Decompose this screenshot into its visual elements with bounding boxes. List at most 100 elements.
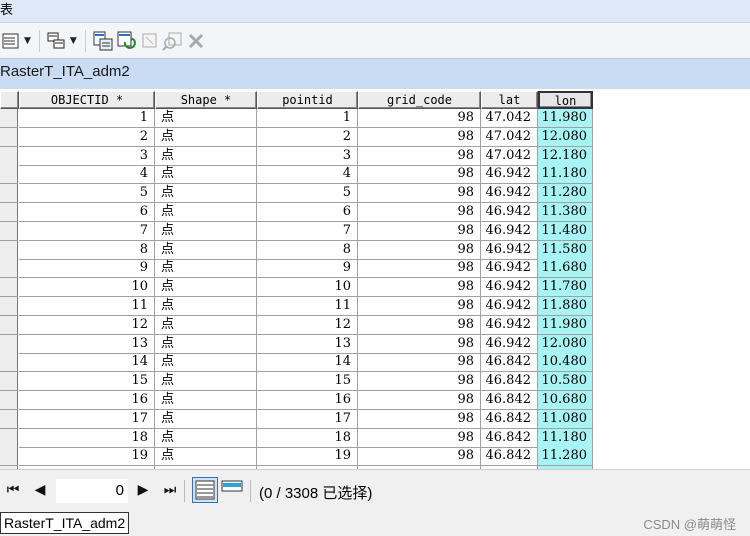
table-cell-shape[interactable]: 点 — [155, 372, 257, 392]
table-cell-shape[interactable]: 点 — [155, 221, 257, 241]
table-cell-lat[interactable]: 46.942 — [481, 165, 538, 185]
table-cell-shape[interactable]: 点 — [155, 409, 257, 429]
table-cell-lon[interactable]: 11.080 — [538, 409, 593, 429]
table-cell-pointid[interactable]: 1 — [257, 109, 358, 128]
column-header-objectid[interactable]: OBJECTID * — [19, 91, 155, 109]
table-cell-lat[interactable]: 46.942 — [481, 334, 538, 354]
table-cell-lat[interactable]: 46.942 — [481, 203, 538, 222]
table-cell-objectid[interactable]: 14 — [19, 353, 155, 373]
table-cell-pointid[interactable]: 13 — [257, 334, 358, 354]
table-cell-objectid[interactable]: 10 — [19, 278, 155, 298]
table-cell-lat[interactable]: 46.842 — [481, 428, 538, 448]
table-cell-objectid[interactable]: 8 — [19, 240, 155, 260]
table-cell-lat[interactable]: 46.942 — [481, 221, 538, 241]
row-selector[interactable] — [0, 353, 18, 373]
table-tab[interactable]: RasterT_ITA_adm2 — [0, 512, 130, 534]
row-selector[interactable] — [0, 203, 18, 222]
show-all-records-button[interactable] — [192, 477, 218, 503]
table-cell-shape[interactable]: 点 — [155, 334, 257, 354]
table-cell-lat[interactable]: 46.942 — [481, 184, 538, 204]
table-cell-pointid[interactable]: 14 — [257, 353, 358, 373]
table-cell-objectid[interactable]: 7 — [19, 221, 155, 241]
table-cell-lon[interactable]: 11.880 — [538, 297, 593, 316]
delete-selected-button[interactable] — [186, 28, 206, 54]
table-options-button[interactable]: ▼ — [2, 28, 31, 54]
table-cell-lon[interactable]: 11.180 — [538, 165, 593, 185]
table-cell-pointid[interactable]: 18 — [257, 428, 358, 448]
table-cell-shape[interactable]: 点 — [155, 146, 257, 166]
table-cell-grid-code[interactable]: 98 — [358, 146, 481, 166]
table-cell-lon[interactable]: 11.680 — [538, 259, 593, 279]
table-cell-shape[interactable]: 点 — [155, 428, 257, 448]
table-cell-objectid[interactable]: 13 — [19, 334, 155, 354]
table-cell-grid-code[interactable]: 98 — [358, 372, 481, 392]
zoom-to-selected-button[interactable] — [162, 28, 184, 54]
column-header-shape[interactable]: Shape * — [155, 91, 257, 109]
table-cell-shape[interactable]: 点 — [155, 109, 257, 128]
table-cell-lat[interactable]: 46.942 — [481, 315, 538, 335]
table-cell-grid-code[interactable]: 98 — [358, 278, 481, 298]
table-cell-grid-code[interactable]: 98 — [358, 447, 481, 467]
table-cell-objectid[interactable]: 12 — [19, 315, 155, 335]
row-selector[interactable] — [0, 109, 18, 128]
first-record-icon[interactable]: ⏮ — [3, 482, 23, 498]
table-cell-objectid[interactable]: 18 — [19, 428, 155, 448]
row-selector[interactable] — [0, 428, 18, 448]
next-record-icon[interactable]: ▶ — [133, 482, 153, 498]
row-selector[interactable] — [0, 372, 18, 392]
show-selected-records-button[interactable] — [220, 477, 246, 503]
table-cell-shape[interactable]: 点 — [155, 315, 257, 335]
row-selector[interactable] — [0, 184, 18, 204]
table-cell-lat[interactable]: 46.842 — [481, 372, 538, 392]
table-cell-lat[interactable]: 47.042 — [481, 109, 538, 128]
table-cell-lat[interactable]: 47.042 — [481, 146, 538, 166]
clear-selection-button[interactable] — [140, 28, 160, 54]
table-cell-objectid[interactable]: 16 — [19, 391, 155, 410]
table-cell-pointid[interactable]: 10 — [257, 278, 358, 298]
table-cell-lon[interactable]: 11.280 — [538, 447, 593, 467]
table-cell-lat[interactable]: 46.942 — [481, 278, 538, 298]
previous-record-icon[interactable]: ◀ — [30, 482, 50, 498]
table-cell-lon[interactable]: 11.280 — [538, 184, 593, 204]
column-header-grid-code[interactable]: grid_code — [358, 91, 481, 109]
table-cell-pointid[interactable]: 3 — [257, 146, 358, 166]
table-cell-grid-code[interactable]: 98 — [358, 315, 481, 335]
table-cell-lon[interactable]: 10.580 — [538, 372, 593, 392]
row-selector[interactable] — [0, 391, 18, 410]
table-cell-pointid[interactable]: 6 — [257, 203, 358, 222]
table-cell-grid-code[interactable]: 98 — [358, 259, 481, 279]
row-selector[interactable] — [0, 165, 18, 185]
table-cell-grid-code[interactable]: 98 — [358, 334, 481, 354]
table-cell-lat[interactable]: 46.842 — [481, 447, 538, 467]
table-cell-grid-code[interactable]: 98 — [358, 203, 481, 222]
select-by-attributes-button[interactable] — [92, 28, 114, 54]
table-cell-pointid[interactable]: 19 — [257, 447, 358, 467]
row-selector[interactable] — [0, 334, 18, 354]
table-cell-objectid[interactable]: 5 — [19, 184, 155, 204]
row-selector[interactable] — [0, 447, 18, 467]
table-cell-lon[interactable]: 11.780 — [538, 278, 593, 298]
table-cell-grid-code[interactable]: 98 — [358, 109, 481, 128]
column-header-lon[interactable]: lon — [538, 91, 593, 109]
table-cell-lon[interactable]: 12.080 — [538, 334, 593, 354]
table-cell-objectid[interactable]: 19 — [19, 447, 155, 467]
column-header-lat[interactable]: lat — [481, 91, 538, 109]
table-cell-objectid[interactable]: 3 — [19, 146, 155, 166]
table-cell-grid-code[interactable]: 98 — [358, 184, 481, 204]
switch-selection-button[interactable] — [116, 28, 138, 54]
row-selector[interactable] — [0, 240, 18, 260]
table-cell-shape[interactable]: 点 — [155, 240, 257, 260]
table-cell-shape[interactable]: 点 — [155, 184, 257, 204]
table-cell-grid-code[interactable]: 98 — [358, 221, 481, 241]
table-cell-grid-code[interactable]: 98 — [358, 353, 481, 373]
table-cell-shape[interactable]: 点 — [155, 127, 257, 147]
row-selector[interactable] — [0, 146, 18, 166]
table-cell-grid-code[interactable]: 98 — [358, 409, 481, 429]
table-cell-lon[interactable]: 11.480 — [538, 221, 593, 241]
table-cell-pointid[interactable]: 8 — [257, 240, 358, 260]
table-cell-pointid[interactable]: 2 — [257, 127, 358, 147]
table-cell-lat[interactable]: 46.842 — [481, 391, 538, 410]
table-cell-grid-code[interactable]: 98 — [358, 127, 481, 147]
table-cell-objectid[interactable]: 1 — [19, 109, 155, 128]
table-cell-pointid[interactable]: 4 — [257, 165, 358, 185]
